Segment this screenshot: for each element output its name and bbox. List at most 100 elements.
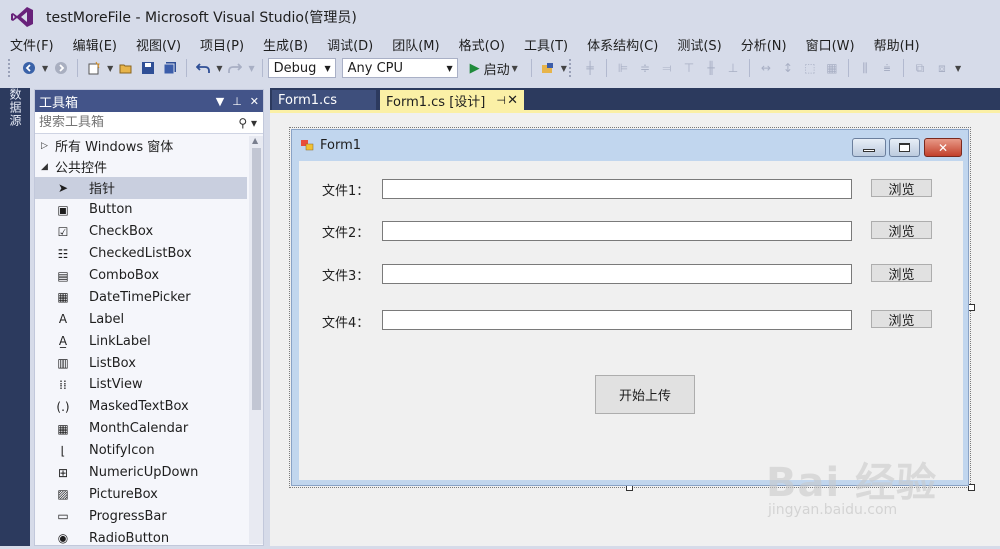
menu-format[interactable]: 格式(O) bbox=[453, 35, 511, 54]
save-icon[interactable] bbox=[139, 59, 157, 77]
toolbox-item-label: RadioButton bbox=[89, 530, 170, 546]
tab-form1-designer[interactable]: Form1.cs [设计] ⊣ ✕ bbox=[380, 90, 524, 110]
align-rights-icon[interactable]: ⫤ bbox=[658, 59, 676, 77]
undo-dropdown-icon[interactable]: ▼ bbox=[216, 64, 222, 73]
send-to-back-icon[interactable]: ⧈ bbox=[933, 59, 951, 77]
solution-platform-select[interactable]: Any CPU ▼ bbox=[341, 58, 458, 78]
menu-help[interactable]: 帮助(H) bbox=[868, 35, 926, 54]
toolbox-item[interactable]: ▤ ComboBox bbox=[35, 265, 247, 287]
toolbox-item[interactable]: ▦ DateTimePicker bbox=[35, 286, 247, 308]
file1-path-input[interactable] bbox=[382, 179, 852, 199]
find-in-files-icon[interactable] bbox=[539, 59, 557, 77]
navigate-back-icon[interactable] bbox=[20, 59, 38, 77]
file2-path-input[interactable] bbox=[382, 221, 852, 241]
menu-test[interactable]: 测试(S) bbox=[671, 35, 727, 54]
toolbox-item[interactable]: ⁞⁞ ListView bbox=[35, 374, 247, 396]
toolbox-item[interactable]: (.) MaskedTextBox bbox=[35, 396, 247, 418]
auto-hide-pin-icon[interactable]: ⊥ bbox=[232, 95, 242, 108]
solution-configuration-select[interactable]: Debug ▼ bbox=[267, 58, 336, 78]
file1-browse-button[interactable]: 浏览 bbox=[871, 179, 932, 198]
toolbox-item[interactable]: A Label bbox=[35, 308, 247, 330]
align-lefts-icon[interactable]: ⊫ bbox=[614, 59, 632, 77]
toolbox-item[interactable]: ⌊ NotifyIcon bbox=[35, 440, 247, 462]
start-debugging-button[interactable]: ▶ 启动 ▼ bbox=[470, 59, 520, 78]
align-bottoms-icon[interactable]: ⊥ bbox=[724, 59, 742, 77]
menu-tools[interactable]: 工具(T) bbox=[518, 35, 574, 54]
toolbox-item[interactable]: ☷ CheckedListBox bbox=[35, 243, 247, 265]
resize-handle-right[interactable] bbox=[968, 304, 975, 311]
data-sources-tab[interactable]: 数据源 bbox=[8, 88, 24, 132]
menu-project[interactable]: 项目(P) bbox=[194, 35, 250, 54]
menu-window[interactable]: 窗口(W) bbox=[800, 35, 861, 54]
back-dropdown-icon[interactable]: ▼ bbox=[42, 64, 48, 73]
toolbar-overflow-icon[interactable]: ▼ bbox=[561, 64, 567, 73]
menu-analyze[interactable]: 分析(N) bbox=[735, 35, 793, 54]
menu-architecture[interactable]: 体系结构(C) bbox=[581, 35, 664, 54]
toolbox-group-all-windows-forms[interactable]: ▷ 所有 Windows 窗体 bbox=[35, 135, 247, 156]
start-dropdown-icon[interactable]: ▼ bbox=[512, 64, 518, 73]
file1-label: 文件1： bbox=[322, 184, 370, 199]
layout-overflow-icon[interactable]: ▼ bbox=[955, 64, 961, 73]
file3-browse-button[interactable]: 浏览 bbox=[871, 264, 932, 283]
maximize-button[interactable] bbox=[889, 138, 920, 157]
toolbox-item[interactable]: ▦ MonthCalendar bbox=[35, 418, 247, 440]
make-same-size-icon[interactable]: ⬚ bbox=[801, 59, 819, 77]
toolbox-item[interactable]: ☑ CheckBox bbox=[35, 221, 247, 243]
undo-icon[interactable] bbox=[194, 59, 212, 77]
window-position-dropdown-icon[interactable]: ▼ bbox=[216, 95, 224, 108]
scrollbar-thumb[interactable] bbox=[252, 148, 261, 410]
open-file-icon[interactable] bbox=[117, 59, 135, 77]
search-icon[interactable]: ⚲ ▾ bbox=[238, 116, 257, 130]
menu-view[interactable]: 视图(V) bbox=[130, 35, 187, 54]
make-same-height-icon[interactable]: ↕ bbox=[779, 59, 797, 77]
file2-browse-button[interactable]: 浏览 bbox=[871, 221, 932, 240]
toolbar-grip[interactable] bbox=[8, 59, 12, 77]
toolbox-item[interactable]: ▥ ListBox bbox=[35, 352, 247, 374]
pin-icon[interactable]: ⊣ bbox=[496, 94, 506, 107]
align-to-grid-icon[interactable]: ╪ bbox=[581, 59, 599, 77]
file3-path-input[interactable] bbox=[382, 264, 852, 284]
bring-to-front-icon[interactable]: ⧉ bbox=[911, 59, 929, 77]
expand-triangle-icon: ▷ bbox=[41, 140, 48, 151]
close-button[interactable]: ✕ bbox=[924, 138, 962, 157]
toolbox-item[interactable]: ➤ 指针 bbox=[35, 177, 247, 199]
new-dropdown-icon[interactable]: ▼ bbox=[107, 64, 113, 73]
toolbox-item[interactable]: ⊞ NumericUpDown bbox=[35, 462, 247, 484]
toolbox-item[interactable]: ▣ Button bbox=[35, 199, 247, 221]
horizontal-spacing-icon[interactable]: ⫼ bbox=[856, 59, 874, 77]
data-sources-strip: 数据源 bbox=[0, 88, 30, 546]
file4-browse-button[interactable]: 浏览 bbox=[871, 310, 932, 329]
file4-path-input[interactable] bbox=[382, 310, 852, 330]
toolbox-search-input[interactable] bbox=[39, 115, 219, 130]
tab-form1-cs[interactable]: Form1.cs bbox=[272, 90, 376, 110]
new-project-icon[interactable] bbox=[85, 59, 103, 77]
close-icon[interactable]: ✕ bbox=[507, 93, 518, 108]
menu-edit[interactable]: 编辑(E) bbox=[67, 35, 123, 54]
toolbox-group-common-controls[interactable]: ◢ 公共控件 bbox=[35, 156, 247, 177]
toolbox-item-label: Label bbox=[89, 311, 125, 327]
size-to-grid-icon[interactable]: ▦ bbox=[823, 59, 841, 77]
scroll-up-icon[interactable]: ▲ bbox=[252, 136, 258, 145]
start-upload-button[interactable]: 开始上传 bbox=[595, 375, 695, 414]
menu-team[interactable]: 团队(M) bbox=[386, 35, 445, 54]
minimize-button[interactable] bbox=[852, 138, 886, 157]
close-icon[interactable]: ✕ bbox=[250, 95, 259, 108]
layout-toolbar-grip[interactable] bbox=[568, 59, 573, 77]
menu-file[interactable]: 文件(F) bbox=[4, 35, 60, 54]
toolbox-scrollbar[interactable]: ▲ bbox=[249, 136, 263, 544]
make-same-width-icon[interactable]: ↔ bbox=[757, 59, 775, 77]
toolbox-item[interactable]: ▭ ProgressBar bbox=[35, 505, 247, 527]
align-middles-icon[interactable]: ╫ bbox=[702, 59, 720, 77]
toolbox-item[interactable]: ▨ PictureBox bbox=[35, 483, 247, 505]
redo-dropdown-icon[interactable]: ▼ bbox=[248, 64, 254, 73]
menu-debug[interactable]: 调试(D) bbox=[321, 35, 379, 54]
navigate-forward-icon[interactable] bbox=[52, 59, 70, 77]
vertical-spacing-icon[interactable]: ⩧ bbox=[878, 59, 896, 77]
toolbox-item[interactable]: A̲ LinkLabel bbox=[35, 330, 247, 352]
form1-window[interactable]: Form1 ✕ 文件1： 浏览 文件2： 浏览 文件3： 浏览 文件4： 浏览 … bbox=[291, 129, 969, 486]
redo-icon[interactable] bbox=[226, 59, 244, 77]
menu-build[interactable]: 生成(B) bbox=[257, 35, 314, 54]
align-tops-icon[interactable]: ⊤ bbox=[680, 59, 698, 77]
save-all-icon[interactable] bbox=[161, 59, 179, 77]
align-centers-icon[interactable]: ≑ bbox=[636, 59, 654, 77]
